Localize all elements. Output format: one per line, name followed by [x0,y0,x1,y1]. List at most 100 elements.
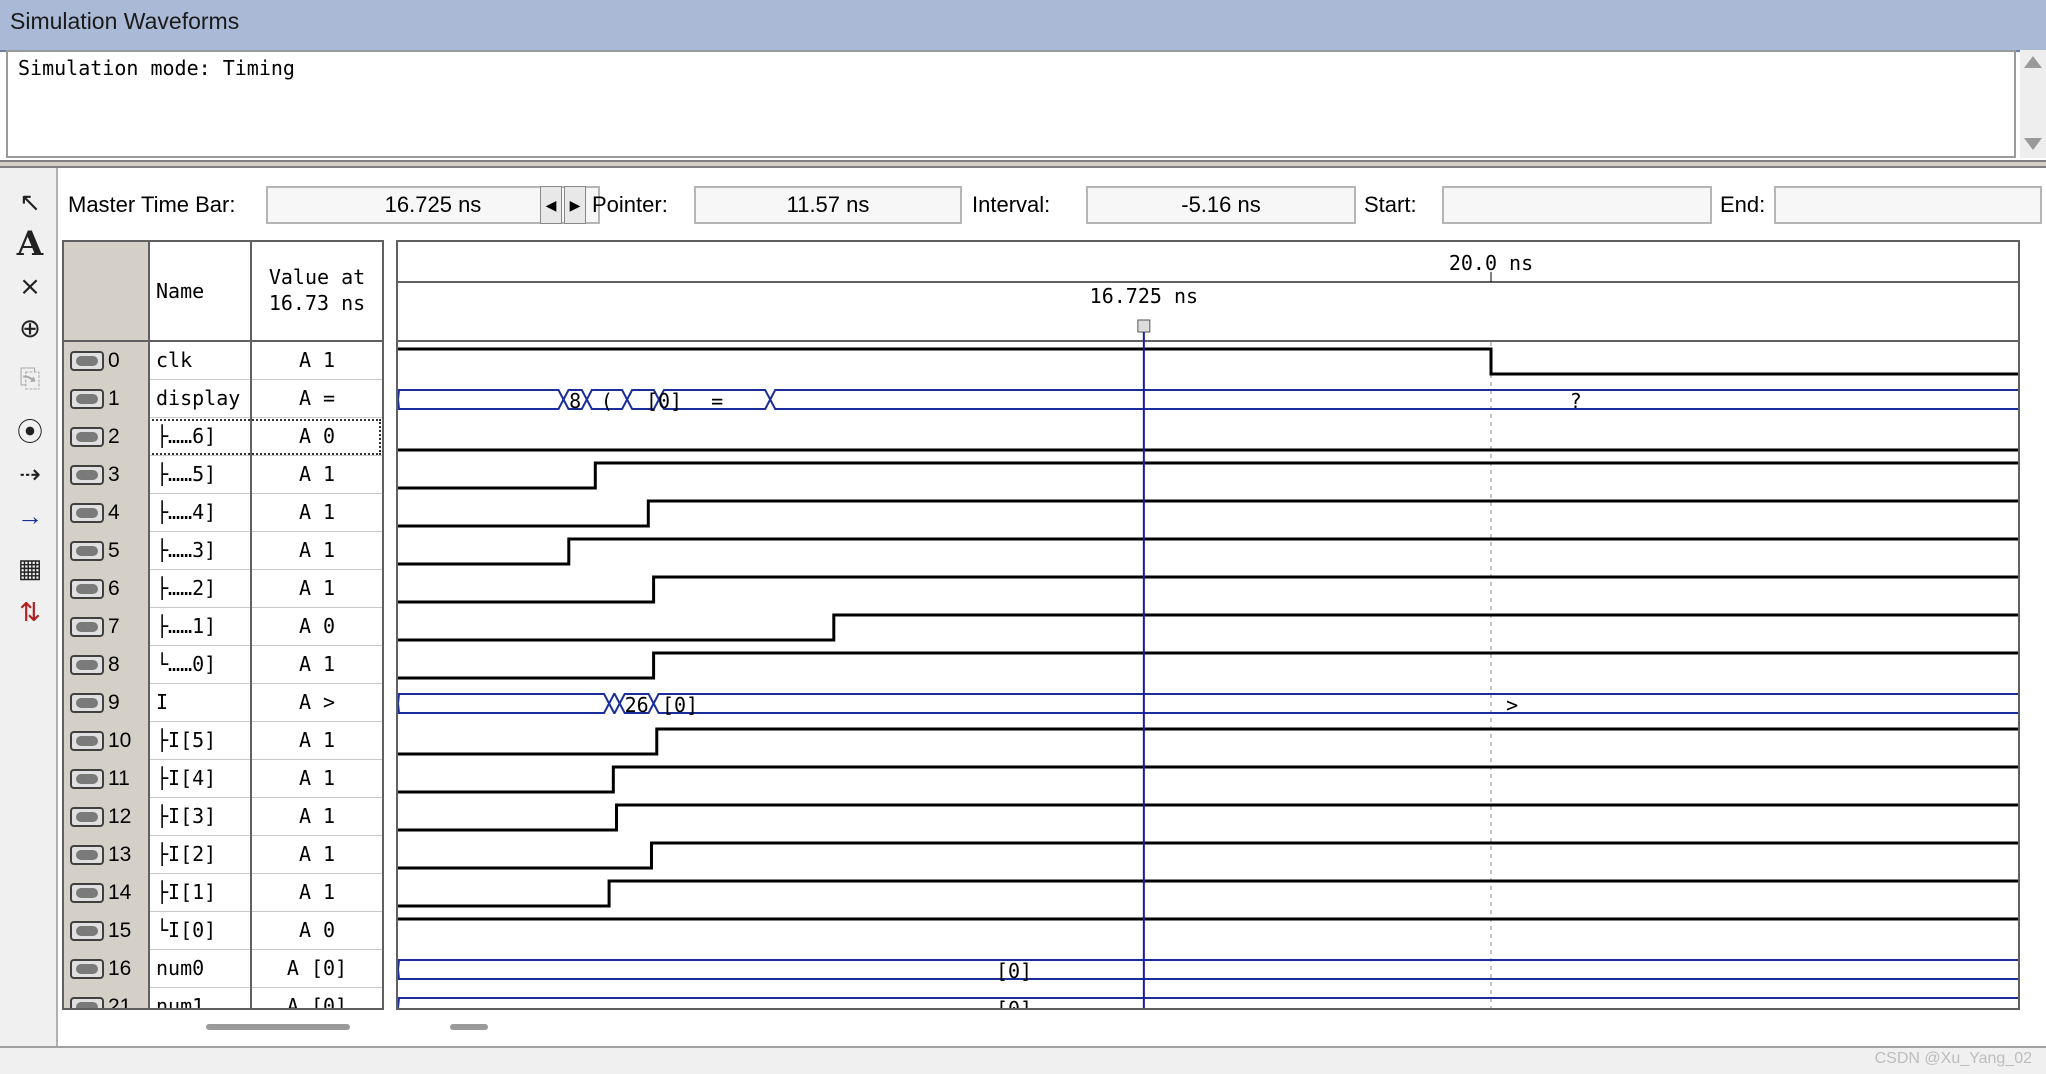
value-column-header[interactable]: Value at 16.73 ns [252,264,382,316]
signal-name: ├……2] [150,570,252,608]
pin-cell: 2 [64,418,150,456]
signal-row[interactable]: 0 clk A 1 [64,342,382,380]
output-pin-icon [70,921,104,941]
display-value-label: 8 [569,389,581,413]
signal-row[interactable]: 14 ├I[1] A 1 [64,874,382,912]
signal-row[interactable]: 21 num1 A [0] [64,988,382,1010]
num1-value-label: [0] [996,997,1032,1010]
pin-cell: 0 [64,342,150,380]
signal-name: ├……4] [150,494,252,532]
message-scrollbar[interactable] [2020,50,2046,158]
master-time-handle [1137,319,1151,333]
text-icon[interactable]: A [8,224,52,264]
signal-value: A 1 [298,880,336,904]
i4-wave [398,765,2018,794]
output-pin-icon [70,845,104,865]
signal-row[interactable]: 10 ├I[5] A 1 [64,722,382,760]
signal-row[interactable]: 16 num0 A [0] [64,950,382,988]
signal-row[interactable]: 11 ├I[4] A 1 [64,760,382,798]
signal-value: A 1 [298,842,336,866]
i3-wave [398,803,2018,832]
interval-label: Interval: [972,192,1051,217]
signal-name: I [150,684,252,722]
signal-value: A 0 [298,424,336,448]
scroll-down-icon[interactable] [2024,138,2042,150]
output-pin-icon [70,883,104,903]
fit-window-icon[interactable]: ⨯ [8,266,52,306]
window-title: Simulation Waveforms [10,8,240,34]
master-time-bar-label: Master Time Bar: [68,192,236,217]
message-box: Simulation mode: Timing [6,50,2016,158]
simulation-mode-text: Simulation mode: Timing [18,56,295,80]
copy-icon[interactable]: ⎘ [8,358,52,398]
signal-row[interactable]: 6 ├……2] A 1 [64,570,382,608]
row-index: 15 [108,919,132,942]
time-bar: Master Time Bar: 16.725 ns ◀ ▶ Pointer: … [58,180,2046,230]
clk-wave [398,347,2018,376]
pin-cell: 16 [64,950,150,988]
signal-row[interactable]: 2 ├……6] A 0 [64,418,382,456]
pane-separator[interactable] [0,160,2046,168]
pin-cell: 21 [64,988,150,1010]
sort-icon[interactable]: ⇅ [8,592,52,632]
signal-row[interactable]: 4 ├……4] A 1 [64,494,382,532]
signal-row[interactable]: 15 └I[0] A 0 [64,912,382,950]
grid-header: Name Value at 16.73 ns [64,242,382,342]
signal-name: ├I[1] [150,874,252,912]
signal-name: ├I[2] [150,836,252,874]
row-index: 13 [108,843,132,866]
signal-row[interactable]: 8 └……0] A 1 [64,646,382,684]
input-pin-icon [70,351,104,371]
output-pin-icon [70,389,104,409]
name-column-header[interactable]: Name [150,242,252,340]
start-field[interactable] [1442,186,1712,224]
grid-hscroll-thumb[interactable] [206,1024,350,1030]
i2-wave [398,841,2018,870]
row-index: 21 [108,995,132,1010]
row-index: 2 [108,425,120,448]
zoom-icon[interactable]: ⊕ [8,308,52,348]
signal-value: A [0] [286,956,348,980]
output-pin-icon [70,427,104,447]
signal-row[interactable]: 13 ├I[2] A 1 [64,836,382,874]
signal-row[interactable]: 9 I A > [64,684,382,722]
time-ruler-label: 20.0 ns [1449,251,1533,275]
signal-value: A 0 [298,918,336,942]
scroll-up-icon[interactable] [2024,56,2042,68]
signal-value: A 1 [298,728,336,752]
output-pin-icon [70,731,104,751]
row-index: 0 [108,349,120,372]
signal-value: A = [298,386,336,410]
signal-row[interactable]: 12 ├I[3] A 1 [64,798,382,836]
find-icon[interactable]: ⦿ [8,412,52,452]
output-pin-icon [70,959,104,979]
end-field[interactable] [1774,186,2042,224]
signal-row[interactable]: 1 display A = [64,380,382,418]
group-icon[interactable]: ▦ [8,548,52,588]
pointer-field: 11.57 ns [694,186,962,224]
bit1-wave [398,613,2018,642]
waveform-panel[interactable]: 20.0 ns 16.725 ns [0] 8 (=? [0] 26 > [0] [0] [396,240,2020,1010]
signal-value: A 1 [298,766,336,790]
signal-row[interactable]: 5 ├……3] A 1 [64,532,382,570]
row-index: 9 [108,691,120,714]
i-value-label: [0] [662,693,698,717]
signal-name: ├I[4] [150,760,252,798]
find-next-icon[interactable]: ⇢ [8,454,52,494]
i-wave-segment [398,693,611,714]
pointer-icon[interactable]: ↖ [8,182,52,222]
signal-row[interactable]: 7 ├……1] A 0 [64,608,382,646]
row-index: 4 [108,501,120,524]
master-prev-button[interactable]: ◀ [540,186,562,224]
master-next-button[interactable]: ▶ [564,186,586,224]
i-wave-segment [652,693,2018,714]
pin-cell: 13 [64,836,150,874]
waveform-toolbar: ↖ A ⨯ ⊕ ⎘ ⦿ ⇢ → ▦ ⇅ [0,168,58,1048]
wave-hscroll-thumb[interactable] [450,1024,488,1030]
pin-cell: 6 [64,570,150,608]
signal-value: A [0] [286,994,348,1010]
i5-wave [398,727,2018,756]
value-header-line1: Value at [268,265,366,289]
signal-row[interactable]: 3 ├……5] A 1 [64,456,382,494]
goto-icon[interactable]: → [8,496,52,536]
